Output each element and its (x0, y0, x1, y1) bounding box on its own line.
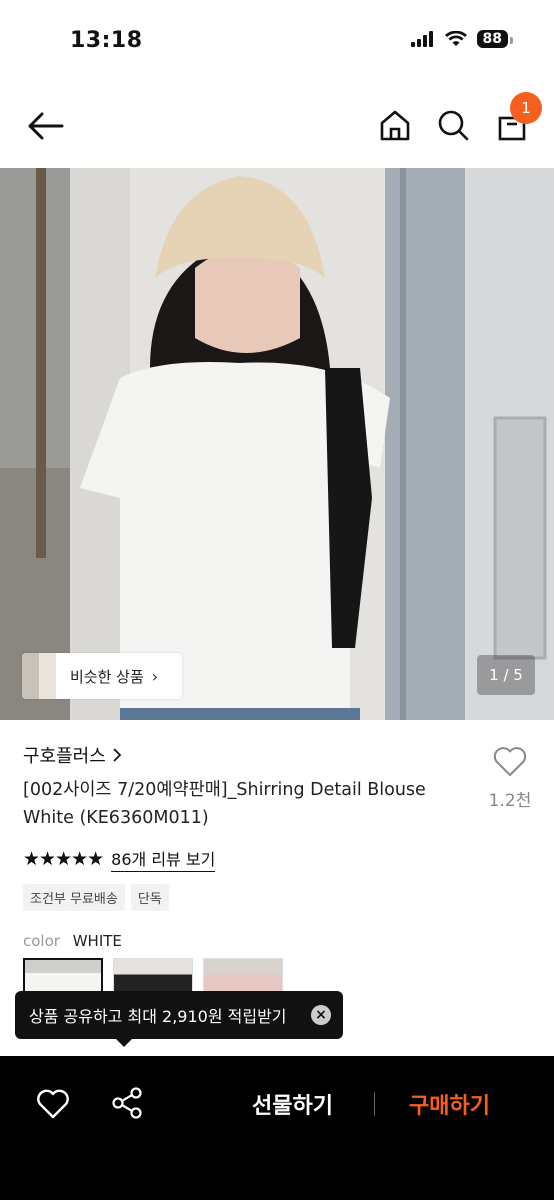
swatch-white[interactable] (23, 958, 103, 994)
product-photo (0, 168, 554, 720)
wishlist-count: 1.2천 (488, 791, 532, 811)
similar-products-button[interactable]: 비슷한 상품 › (22, 653, 182, 699)
product-tags: 조건부 무료배송 단독 (23, 884, 169, 911)
similar-products-label: 비슷한 상품 (70, 667, 144, 686)
brand-name: 구호플러스 (23, 746, 106, 767)
color-value: WHITE (72, 932, 122, 950)
rating-row: ★★★★★ 86개 리뷰 보기 (23, 846, 216, 872)
wishlist-button[interactable]: 1.2천 (486, 746, 534, 811)
brand-link[interactable]: 구호플러스 (23, 742, 122, 768)
wifi-icon (444, 31, 467, 46)
share-icon[interactable] (110, 1086, 144, 1120)
cart-count-badge: 1 (510, 92, 542, 124)
swatch-pink[interactable] (203, 958, 283, 994)
close-icon[interactable]: × (311, 1005, 331, 1025)
back-arrow-icon[interactable] (26, 108, 66, 144)
bottom-action-bar: 선물하기 구매하기 (0, 1056, 554, 1200)
status-time: 13:18 (70, 28, 143, 53)
signal-icon (410, 31, 433, 47)
tag-exclusive: 단독 (130, 884, 169, 911)
chevron-right-icon: › (151, 666, 159, 686)
search-icon[interactable] (436, 108, 470, 142)
swatch-black[interactable] (113, 958, 193, 994)
tag-free-shipping: 조건부 무료배송 (23, 884, 125, 911)
battery-indicator: 88 (476, 30, 514, 48)
buy-button[interactable]: 구매하기 (409, 1088, 490, 1120)
product-title: [002사이즈 7/20예약판매]_Shirring Detail Blouse… (23, 780, 426, 828)
star-rating: ★★★★★ (23, 848, 104, 870)
image-pager: 1 / 5 (477, 655, 535, 695)
top-nav: 1 (0, 92, 554, 156)
color-label: color (23, 932, 60, 950)
share-reward-toast[interactable]: 상품 공유하고 최대 2,910원 적립받기 × (15, 991, 343, 1047)
toast-text: 상품 공유하고 최대 2,910원 적립받기 (29, 1007, 287, 1026)
divider (374, 1092, 375, 1116)
product-image-carousel[interactable]: 1 / 5 (0, 168, 554, 720)
color-swatches (23, 958, 283, 994)
home-icon[interactable] (378, 108, 412, 142)
status-icons: 88 (410, 30, 514, 48)
status-bar: 13:18 88 (0, 0, 554, 84)
review-link[interactable]: 86개 리뷰 보기 (111, 846, 216, 872)
chevron-right-icon (113, 748, 122, 762)
similar-products-thumbnail (22, 653, 56, 699)
heart-outline-icon (493, 747, 527, 776)
color-selector-label: color WHITE (23, 932, 122, 950)
heart-outline-icon[interactable] (36, 1088, 70, 1120)
gift-button[interactable]: 선물하기 (252, 1088, 333, 1120)
